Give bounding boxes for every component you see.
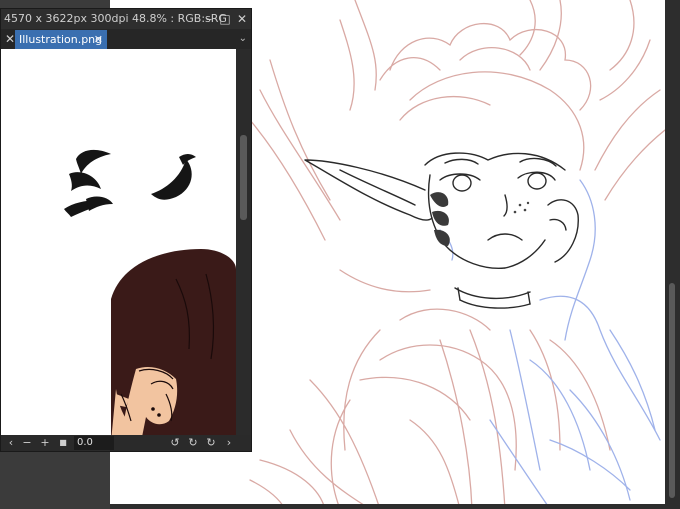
navigator-toolbar: ‹ − + ■ 0.0 ↺ ↻ ↻ ›	[1, 435, 251, 451]
minimize-icon[interactable]: –	[201, 11, 217, 27]
canvas-vertical-scrollbar[interactable]	[665, 0, 680, 509]
canvas-scroll-thumb[interactable]	[669, 283, 675, 498]
reset-rotation-icon[interactable]: ↻	[205, 435, 217, 451]
chevron-right-icon[interactable]: ›	[223, 435, 235, 451]
canvas-bottom-strip	[110, 504, 665, 509]
fit-square-icon[interactable]: ■	[57, 435, 69, 451]
close-icon[interactable]: ✕	[234, 11, 250, 27]
tab-active-close-icon[interactable]: ✕	[94, 30, 103, 49]
rotate-left-icon[interactable]: ↺	[169, 435, 181, 451]
zoom-out-icon[interactable]: −	[21, 435, 33, 451]
sub-view-scroll-thumb[interactable]	[240, 135, 247, 220]
sub-view-title: 4570 x 3622px 300dpi 48.8% : RGB:sRG	[4, 12, 227, 25]
reference-artwork	[64, 149, 236, 442]
sub-view-titlebar[interactable]: 4570 x 3622px 300dpi 48.8% : RGB:sRG – □…	[1, 9, 251, 29]
rotate-right-icon[interactable]: ↻	[187, 435, 199, 451]
sub-view-window: 4570 x 3622px 300dpi 48.8% : RGB:sRG – □…	[0, 8, 252, 452]
reference-image-canvas[interactable]	[1, 49, 236, 442]
zoom-slider-left-icon[interactable]: ‹	[5, 435, 17, 451]
tab-illustration[interactable]: Illustration.png ✕	[15, 30, 107, 49]
zoom-in-icon[interactable]: +	[39, 435, 51, 451]
chevron-down-icon[interactable]: ⌄	[239, 31, 247, 47]
rotation-value-field[interactable]: 0.0	[74, 436, 114, 450]
maximize-icon[interactable]: □	[217, 11, 233, 27]
sub-view-scrollbar[interactable]	[236, 49, 251, 442]
tab-label: Illustration.png	[19, 33, 103, 46]
sub-view-tabbar: ✕ Illustration.png ✕ ⌄	[1, 29, 251, 49]
